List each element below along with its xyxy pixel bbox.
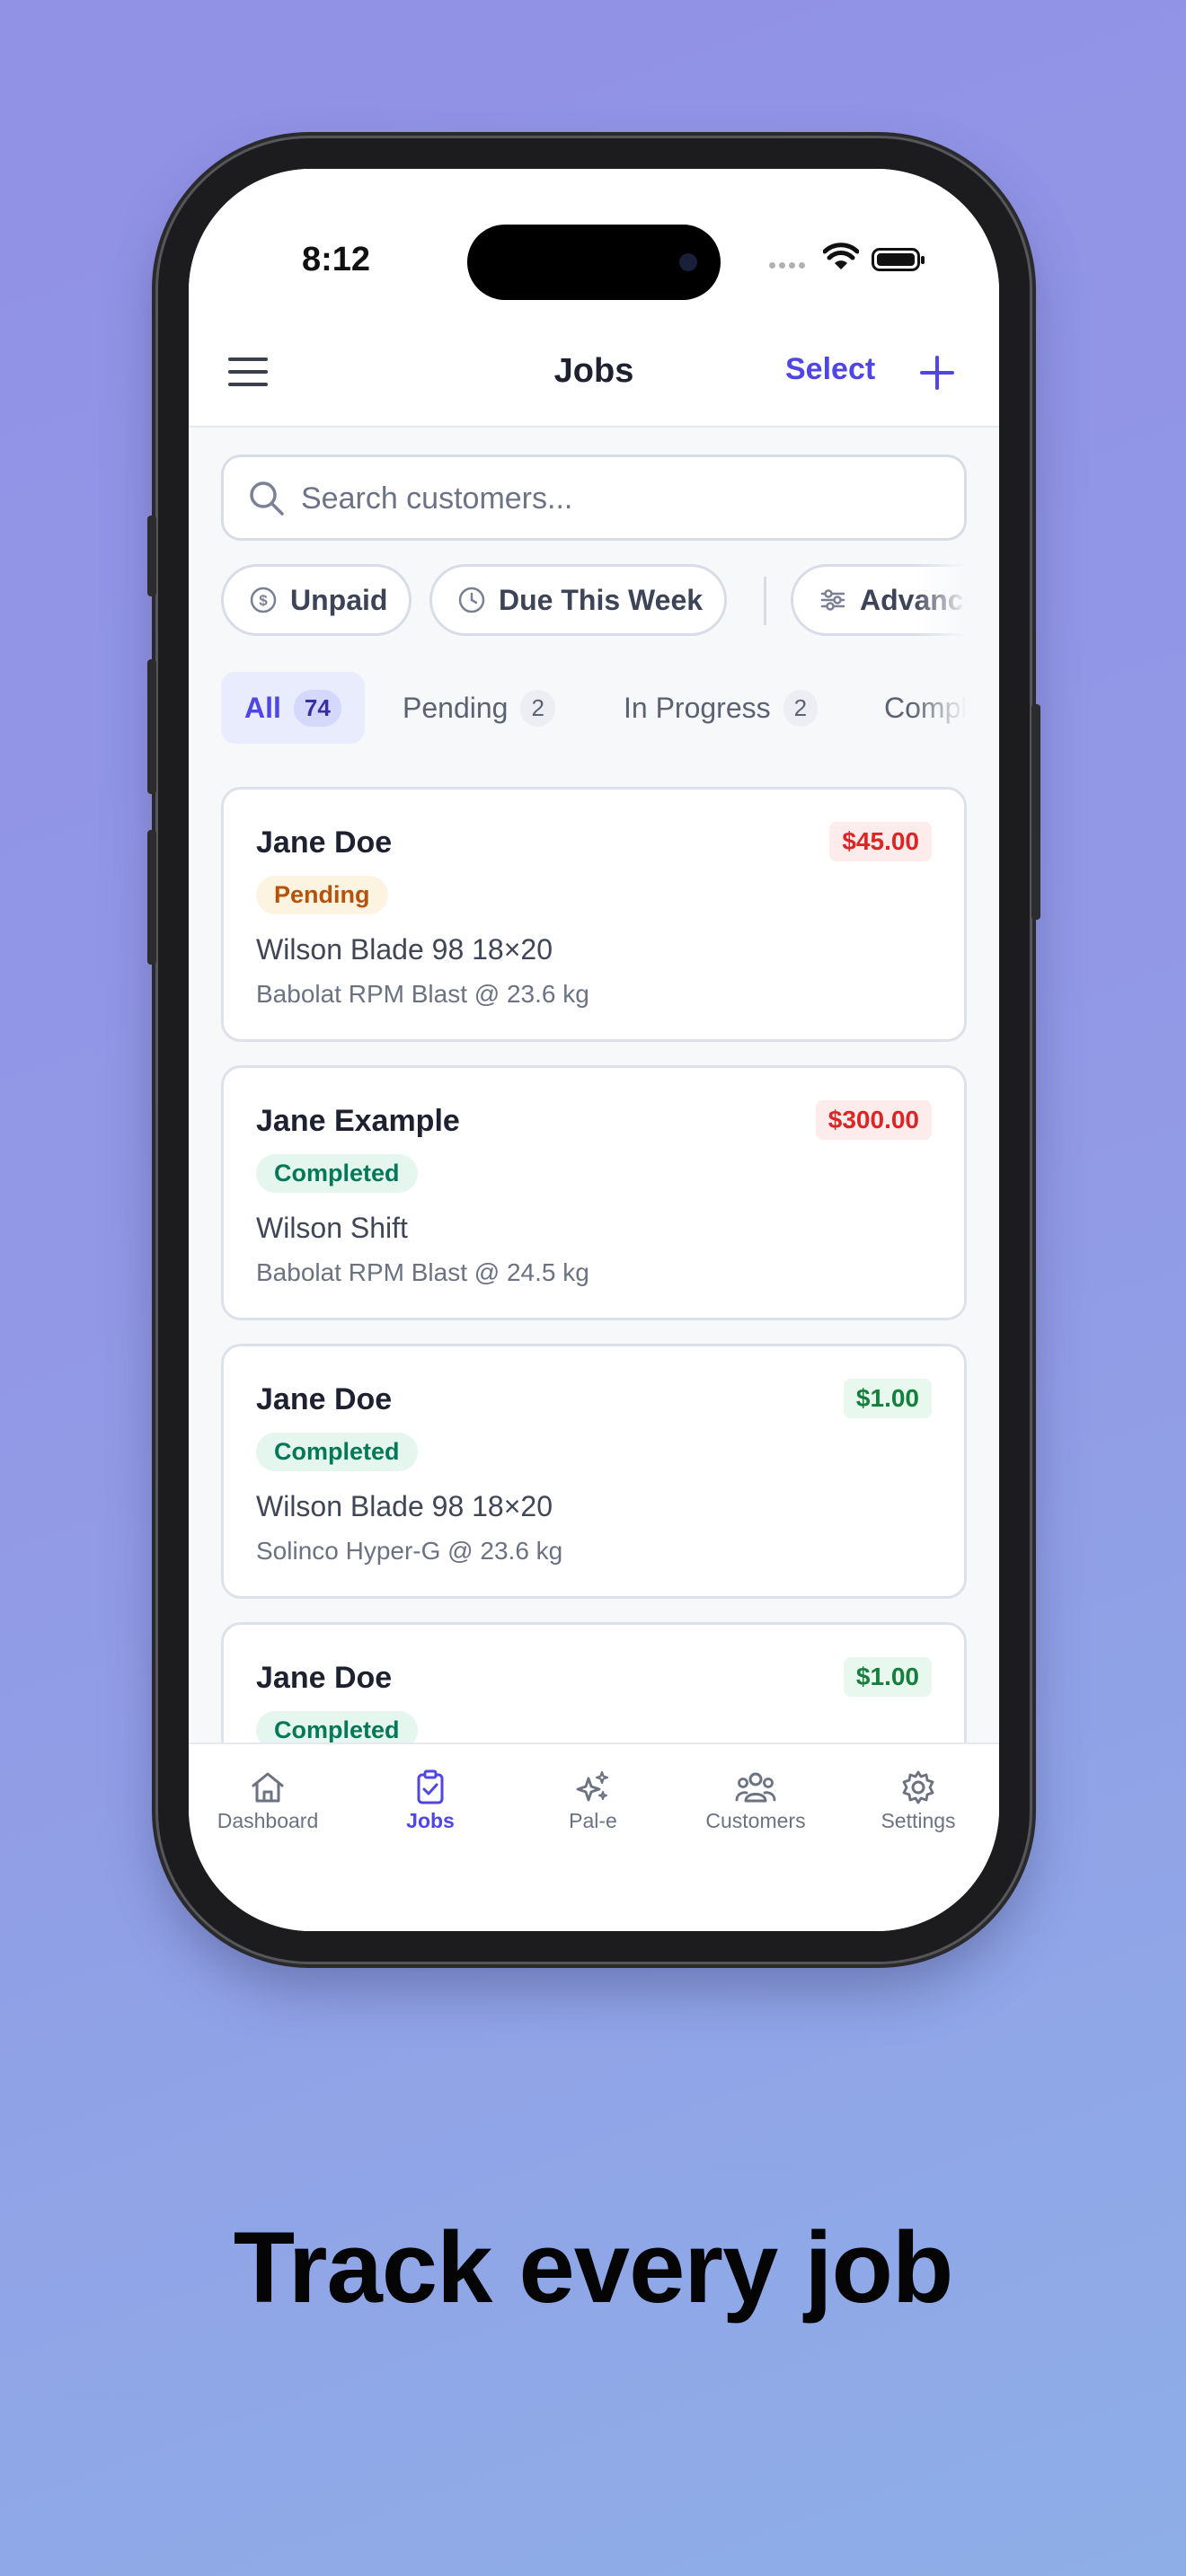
app-screen: 8:12 Jobs Select Search customers... $ U… [189, 169, 999, 1931]
gear-icon [902, 1770, 934, 1804]
job-price-badge: $1.00 [843, 1657, 932, 1697]
racket-model: Wilson Blade 98 18×20 [256, 1490, 553, 1522]
tab-label: Pending [403, 691, 509, 724]
tab-bar-pal-e[interactable]: Pal-e [512, 1768, 674, 1833]
filter-chip-label: Advanced [860, 583, 967, 616]
tab-in-progress[interactable]: In Progress 2 [624, 672, 819, 744]
customer-name: Jane Doe [256, 1661, 393, 1695]
tab-count-badge: 2 [783, 689, 819, 727]
filter-chip-label: Due This Week [499, 583, 704, 616]
filter-chip-unpaid[interactable]: $ Unpaid [221, 564, 412, 636]
bottom-tab-bar: Dashboard Jobs Pal-e Customers Settings [189, 1742, 999, 1931]
job-price-badge: $300.00 [815, 1100, 932, 1140]
string-and-tension: Babolat RPM Blast @ 24.5 kg [256, 1258, 589, 1286]
status-badge: Completed [256, 1433, 418, 1471]
status-time: 8:12 [302, 241, 371, 278]
tab-label: Completed [884, 691, 967, 724]
add-job-plus-icon[interactable] [918, 354, 956, 392]
search-icon [250, 481, 284, 516]
page-title: Jobs [553, 352, 634, 390]
tab-bar-label: Customers [705, 1809, 806, 1832]
search-bar [221, 454, 967, 541]
sliders-icon [820, 589, 845, 611]
tab-label: In Progress [624, 691, 771, 724]
job-card[interactable]: Jane Doe $1.00 Completed [221, 1622, 967, 1742]
home-icon [252, 1772, 284, 1803]
jobs-list: Jane Doe $45.00 Pending Wilson Blade 98 … [221, 787, 967, 1742]
volume-down-button [147, 830, 156, 965]
dynamic-island [467, 225, 721, 300]
clock-icon [458, 587, 485, 613]
volume-up-button [147, 659, 156, 794]
status-tabs: All 74 Pending 2 In Progress 2 Completed [221, 672, 967, 745]
marketing-caption: Track every job [233, 2211, 954, 2324]
tab-bar-label: Dashboard [217, 1809, 319, 1832]
navigation-bar: Jobs Select [189, 322, 999, 428]
filter-chip-label: Unpaid [290, 583, 388, 616]
job-card[interactable]: Jane Doe $1.00 Completed Wilson Blade 98… [221, 1344, 967, 1599]
job-price-badge: $45.00 [829, 822, 932, 861]
dollar-circle-icon: $ [250, 587, 277, 613]
wifi-icon [823, 243, 859, 269]
status-badge: Completed [256, 1154, 418, 1193]
search-input[interactable] [299, 470, 932, 527]
tab-completed[interactable]: Completed [884, 672, 967, 744]
users-icon [735, 1772, 776, 1803]
tab-bar-jobs[interactable]: Jobs [350, 1768, 511, 1833]
cellular-signal-icon [769, 262, 805, 269]
status-badge: Completed [256, 1711, 418, 1742]
camera-icon [679, 253, 697, 271]
tab-count-badge: 74 [293, 689, 341, 727]
tab-bar-customers[interactable]: Customers [675, 1768, 836, 1833]
select-button[interactable]: Select [785, 352, 875, 387]
sparkles-icon [576, 1770, 609, 1802]
job-price-badge: $1.00 [843, 1379, 932, 1418]
status-badge: Pending [256, 876, 388, 914]
mute-switch [147, 516, 156, 596]
job-card[interactable]: Jane Example $300.00 Completed Wilson Sh… [221, 1065, 967, 1320]
svg-text:$: $ [259, 592, 268, 609]
tab-bar-dashboard[interactable]: Dashboard [189, 1768, 349, 1833]
tab-bar-settings[interactable]: Settings [837, 1768, 999, 1833]
customer-name: Jane Doe [256, 825, 393, 860]
tab-pending[interactable]: Pending 2 [403, 672, 555, 744]
filter-chip-advanced[interactable]: Advanced [791, 564, 967, 636]
status-bar: 8:12 [189, 169, 999, 322]
battery-icon [872, 248, 925, 271]
tab-all[interactable]: All 74 [221, 672, 365, 744]
filter-chips-row: $ Unpaid Due This Week Advance [221, 564, 967, 640]
tab-bar-label: Pal-e [569, 1809, 617, 1832]
customer-name: Jane Example [256, 1104, 460, 1138]
filter-divider [764, 577, 766, 625]
phone-frame: 8:12 Jobs Select Search customers... $ U… [147, 138, 1040, 1962]
clipboard-check-icon [417, 1769, 444, 1804]
tab-bar-label: Settings [881, 1809, 956, 1832]
string-and-tension: Babolat RPM Blast @ 23.6 kg [256, 980, 589, 1008]
job-card[interactable]: Jane Doe $45.00 Pending Wilson Blade 98 … [221, 787, 967, 1042]
filter-chip-due-this-week[interactable]: Due This Week [429, 564, 728, 636]
tab-bar-label: Jobs [406, 1809, 455, 1832]
racket-model: Wilson Shift [256, 1212, 408, 1244]
string-and-tension: Solinco Hyper-G @ 23.6 kg [256, 1537, 563, 1565]
tab-label: All [244, 691, 281, 724]
customer-name: Jane Doe [256, 1382, 393, 1416]
racket-model: Wilson Blade 98 18×20 [256, 933, 553, 966]
tab-count-badge: 2 [520, 689, 555, 727]
power-button [1031, 704, 1040, 920]
